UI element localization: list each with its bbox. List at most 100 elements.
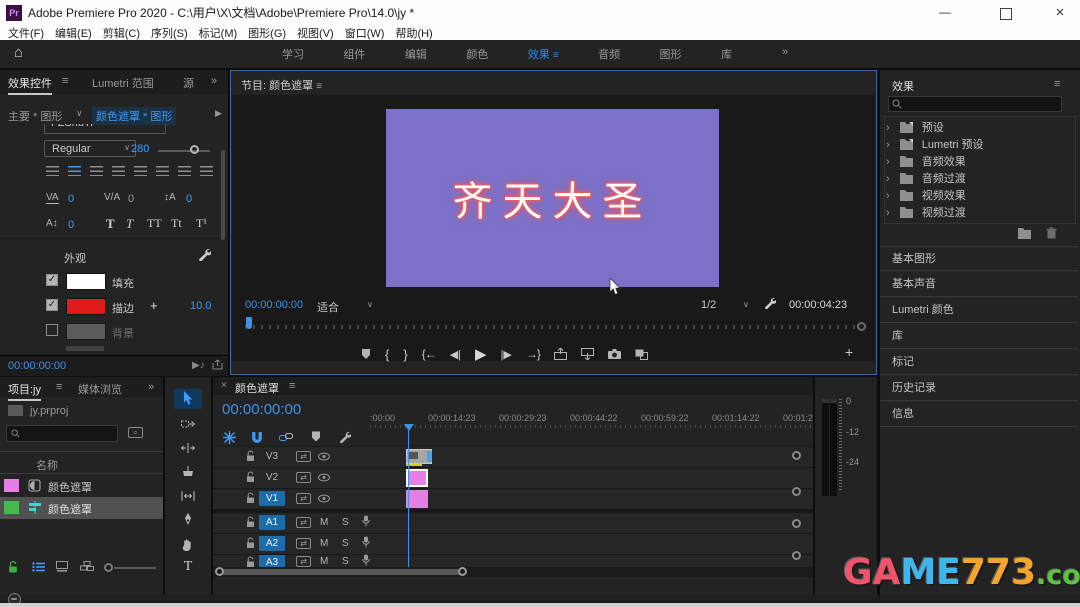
menu-view[interactable]: 视图(V) [297,25,334,41]
workspace-tab-libraries[interactable]: 库 [721,46,732,62]
effects-tree-row-audio-effects[interactable]: › 音频效果 [886,154,1072,171]
font-size-slider[interactable] [158,150,210,152]
label-color-swatch[interactable] [4,501,19,514]
stroke-swatch[interactable] [66,298,106,315]
panel-libraries[interactable]: 库 [880,324,1078,349]
track-a2-label[interactable]: A2 [259,536,285,551]
timeline-tab-close-icon[interactable]: × [221,380,227,391]
project-find-button[interactable]: ⌕ [128,427,143,438]
lift-button[interactable] [554,348,567,360]
voiceover-mic-icon[interactable] [362,536,370,548]
workspace-tab-audio[interactable]: 音频 [598,46,620,62]
menu-markers[interactable]: 标记(M) [199,25,238,41]
panel-essential-graphics[interactable]: 基本图形 [880,246,1078,271]
playback-resolution-caret-icon[interactable]: ∨ [743,300,749,309]
monitor-playhead[interactable] [246,317,252,329]
type-tool[interactable]: T [174,557,202,577]
tab-effect-controls[interactable]: 效果控件 [8,75,52,95]
faux-bold-button[interactable]: T [106,216,115,232]
twirl-icon[interactable]: › [886,122,890,134]
justify-full-button[interactable] [178,166,191,176]
go-to-in-button[interactable]: {← [422,347,436,361]
add-marker-icon[interactable] [311,431,321,443]
new-custom-bin-icon[interactable] [1018,228,1032,239]
maximize-button[interactable] [1000,8,1012,20]
track-resize-handle[interactable] [792,551,801,560]
timeline-ruler[interactable]: :00:00 00:00:14:23 00:00:29:23 00:00:44:… [370,411,813,425]
appearance-wrench-icon[interactable] [198,248,211,261]
clip-path-chevron-icon[interactable]: ▶ [215,108,222,119]
kerning-value[interactable]: 0 [128,193,134,205]
timeline-panel-menu-icon[interactable]: ≡ [289,380,295,392]
twirl-icon[interactable]: › [886,173,890,185]
project-zoom-knob[interactable] [104,563,113,572]
master-clip-caret-icon[interactable]: ∨ [76,108,83,119]
twirl-icon[interactable]: › [886,190,890,202]
delete-trash-icon[interactable] [1046,227,1057,239]
menu-file[interactable]: 文件(F) [8,25,44,41]
menu-window[interactable]: 窗口(W) [345,25,385,41]
workspace-tab-menu-icon[interactable]: ≡ [553,50,559,61]
clip-name-label[interactable]: 颜色遮罩 * 图形 [92,107,176,125]
background-swatch[interactable] [66,323,106,340]
source-patch-icon[interactable]: ⇄ [296,451,311,462]
mark-in-button[interactable]: { [385,347,389,362]
effect-controls-scrollbar[interactable] [221,150,225,240]
effect-controls-panel-menu-icon[interactable]: ≡ [62,75,68,87]
timeline-zoom-handle-left[interactable] [215,567,224,576]
program-monitor-tab[interactable]: 节目: 颜色遮罩 [241,80,313,92]
extract-button[interactable] [581,348,594,360]
font-style-dropdown[interactable]: Regular ∨ [44,140,136,157]
effects-tree-row-lumetri-presets[interactable]: › Lumetri 预设 [886,137,1072,154]
workspace-tab-learning[interactable]: 学习 [282,46,304,62]
program-monitor-menu-icon[interactable]: ≡ [316,81,322,92]
playhead-head[interactable] [404,424,414,431]
workspace-tab-editing[interactable]: 编辑 [405,46,427,62]
project-search-input[interactable] [6,425,118,442]
project-item-row-selected[interactable]: 颜色遮罩 [0,497,163,519]
effect-controls-timecode[interactable]: 00:00:00:00 [8,360,66,372]
name-column-header[interactable]: 名称 [36,457,58,473]
track-output-eye-icon[interactable] [318,473,330,482]
tab-source[interactable]: 源 [183,75,194,91]
tab-lumetri-scopes[interactable]: Lumetri 范围 [92,75,154,91]
list-view-button[interactable] [32,562,45,572]
track-resize-handle[interactable] [792,519,801,528]
effects-panel-menu-icon[interactable]: ≡ [1054,78,1060,90]
track-resize-handle[interactable] [792,487,801,496]
nest-toggle-icon[interactable] [223,431,236,444]
ripple-edit-tool[interactable] [174,439,202,459]
panel-lumetri-color[interactable]: Lumetri 颜色 [880,298,1078,323]
track-resize-handle[interactable] [792,451,801,460]
menu-graphics[interactable]: 图形(G) [248,25,286,41]
effect-controls-overflow-icon[interactable]: » [211,75,217,87]
linked-selection-icon[interactable] [279,431,293,443]
export-icon[interactable] [212,359,223,370]
panel-markers[interactable]: 标记 [880,350,1078,375]
menu-sequence[interactable]: 序列(S) [151,25,188,41]
tab-project[interactable]: 项目:jy [8,381,41,401]
source-patch-icon[interactable]: ⇄ [296,472,311,483]
mute-button[interactable]: M [320,538,328,549]
baseline-shift-value[interactable]: 0 [68,219,74,231]
menu-clip[interactable]: 剪辑(C) [103,25,140,41]
master-clip-label[interactable]: 主要 * 图形 [8,108,62,124]
icon-view-button[interactable] [56,561,68,572]
track-v1-label[interactable]: V1 [259,491,285,506]
mute-button[interactable]: M [320,517,328,528]
solo-button[interactable]: S [342,556,349,567]
tracking-value[interactable]: 0 [68,193,74,205]
slip-tool[interactable] [174,487,202,507]
workspace-tab-color[interactable]: 颜色 [466,46,488,62]
twirl-icon[interactable]: › [886,156,890,168]
font-size-slider-knob[interactable] [190,145,199,154]
superscript-button[interactable]: T¹ [196,216,207,231]
effects-tree-row-video-effects[interactable]: › 视频效果 [886,188,1072,205]
timeline-zoom-handle-right[interactable] [458,567,467,576]
track-output-eye-icon[interactable] [318,452,330,461]
twirl-icon[interactable]: › [886,139,890,151]
clip-v1-color-matte[interactable] [406,490,428,508]
align-right-button[interactable] [90,166,103,176]
faux-italic-button[interactable]: T [126,216,133,232]
solo-button[interactable]: S [342,538,349,549]
